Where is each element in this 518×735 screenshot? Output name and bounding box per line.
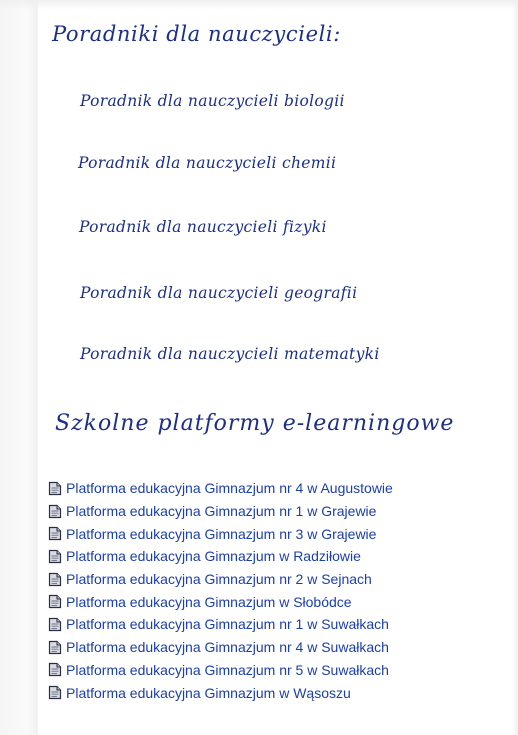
list-item: Platforma edukacyjna Gimnazjum nr 4 w Au… <box>48 477 393 500</box>
platform-link[interactable]: Platforma edukacyjna Gimnazjum nr 1 w Su… <box>66 616 389 632</box>
document-icon <box>48 663 62 677</box>
list-item: Platforma edukacyjna Gimnazjum nr 1 w Gr… <box>48 500 393 523</box>
list-item: Platforma edukacyjna Gimnazjum w Wąsoszu <box>48 681 393 704</box>
platform-link[interactable]: Platforma edukacyjna Gimnazjum nr 4 w Au… <box>66 480 393 496</box>
document-icon <box>48 572 62 586</box>
platform-list: Platforma edukacyjna Gimnazjum nr 4 w Au… <box>48 477 393 704</box>
document-icon <box>48 527 62 541</box>
platform-link[interactable]: Platforma edukacyjna Gimnazjum nr 3 w Gr… <box>66 526 376 542</box>
document-icon <box>48 481 62 495</box>
teacher-guides-heading: Poradniki dla nauczycieli: <box>52 22 341 46</box>
platform-link[interactable]: Platforma edukacyjna Gimnazjum w Wąsoszu <box>66 685 351 701</box>
guide-link-chemistry[interactable]: Poradnik dla nauczycieli chemii <box>78 154 336 172</box>
document-icon <box>48 595 62 609</box>
platform-link[interactable]: Platforma edukacyjna Gimnazjum nr 5 w Su… <box>66 662 389 678</box>
page: Poradniki dla nauczycieli: Poradnik dla … <box>0 0 518 735</box>
guide-link-geography[interactable]: Poradnik dla nauczycieli geografii <box>80 284 357 302</box>
document-icon <box>48 640 62 654</box>
left-margin <box>0 0 38 735</box>
document-icon <box>48 504 62 518</box>
platform-link[interactable]: Platforma edukacyjna Gimnazjum w Słobódc… <box>66 594 352 610</box>
list-item: Platforma edukacyjna Gimnazjum nr 3 w Gr… <box>48 522 393 545</box>
document-icon <box>48 617 62 632</box>
platform-link[interactable]: Platforma edukacyjna Gimnazjum nr 4 w Su… <box>66 639 389 655</box>
list-item: Platforma edukacyjna Gimnazjum w Słobódc… <box>48 590 393 613</box>
list-item: Platforma edukacyjna Gimnazjum nr 4 w Su… <box>48 636 393 659</box>
document-icon <box>48 549 62 564</box>
guide-link-biology[interactable]: Poradnik dla nauczycieli biologii <box>80 92 345 110</box>
guide-link-physics[interactable]: Poradnik dla nauczycieli fizyki <box>79 218 327 236</box>
platform-link[interactable]: Platforma edukacyjna Gimnazjum nr 2 w Se… <box>66 571 372 587</box>
document-icon <box>48 685 62 700</box>
list-item: Platforma edukacyjna Gimnazjum nr 2 w Se… <box>48 568 393 591</box>
right-shadow <box>512 0 518 735</box>
guide-link-mathematics[interactable]: Poradnik dla nauczycieli matematyki <box>80 345 380 363</box>
platform-link[interactable]: Platforma edukacyjna Gimnazjum w Radziło… <box>66 548 361 564</box>
top-shadow <box>0 0 518 10</box>
list-item: Platforma edukacyjna Gimnazjum nr 5 w Su… <box>48 659 393 682</box>
platforms-heading: Szkolne platformy e-learningowe <box>55 411 455 436</box>
list-item: Platforma edukacyjna Gimnazjum w Radziło… <box>48 545 393 568</box>
platform-link[interactable]: Platforma edukacyjna Gimnazjum nr 1 w Gr… <box>66 503 376 519</box>
list-item: Platforma edukacyjna Gimnazjum nr 1 w Su… <box>48 613 393 636</box>
